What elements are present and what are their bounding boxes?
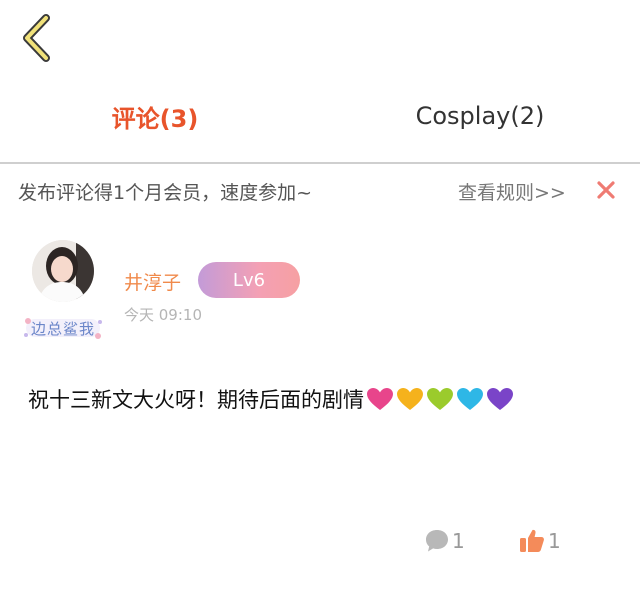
avatar-frame-text: 边总鲨我 — [30, 319, 95, 338]
yellow-heart-icon — [397, 388, 423, 410]
tab-bar: 评论(3) Cosplay(2) — [0, 88, 640, 148]
username[interactable]: 井淳子 — [124, 268, 181, 295]
speech-bubble-icon — [426, 530, 448, 552]
reply-button[interactable]: 1 — [424, 524, 465, 558]
comment-text: 祝十三新文大火呀！期待后面的剧情 — [28, 388, 364, 412]
heart-emoji-row — [366, 387, 514, 411]
avatar-frame-badge: 边总鲨我 — [22, 316, 104, 340]
like-count: 1 — [548, 529, 561, 553]
notice-banner: 发布评论得1个月会员，速度参加~ 查看规则>> — [0, 164, 640, 220]
avatar-with-frame: 边总鲨我 — [20, 236, 110, 340]
chevron-left-icon — [23, 14, 50, 62]
like-button[interactable]: 1 — [518, 524, 561, 558]
pink-heart-icon — [367, 388, 393, 410]
view-rules-link[interactable]: 查看规则>> — [458, 178, 566, 205]
timestamp: 今天 09:10 — [124, 306, 202, 324]
notice-close-button[interactable] — [592, 176, 620, 204]
notice-text: 发布评论得1个月会员，速度参加~ — [18, 182, 313, 204]
avatar-image — [32, 240, 94, 302]
comment-body: 祝十三新文大火呀！期待后面的剧情 — [28, 384, 514, 414]
purple-heart-icon — [487, 388, 513, 410]
thumbs-up-icon — [520, 529, 544, 552]
back-button[interactable] — [14, 12, 58, 64]
blue-heart-icon — [457, 388, 483, 410]
comment-item: 边总鲨我 井淳子 Lv6 今天 09:10 祝十三新文大火呀！期待后面的剧情 1… — [0, 236, 640, 591]
reply-count: 1 — [452, 529, 465, 553]
green-heart-icon — [427, 388, 453, 410]
close-icon — [597, 181, 615, 199]
level-badge: Lv6 — [198, 262, 300, 298]
tab-comments[interactable]: 评论(3) — [60, 88, 250, 144]
tab-cosplay[interactable]: Cosplay(2) — [380, 88, 580, 144]
avatar[interactable] — [32, 240, 94, 302]
